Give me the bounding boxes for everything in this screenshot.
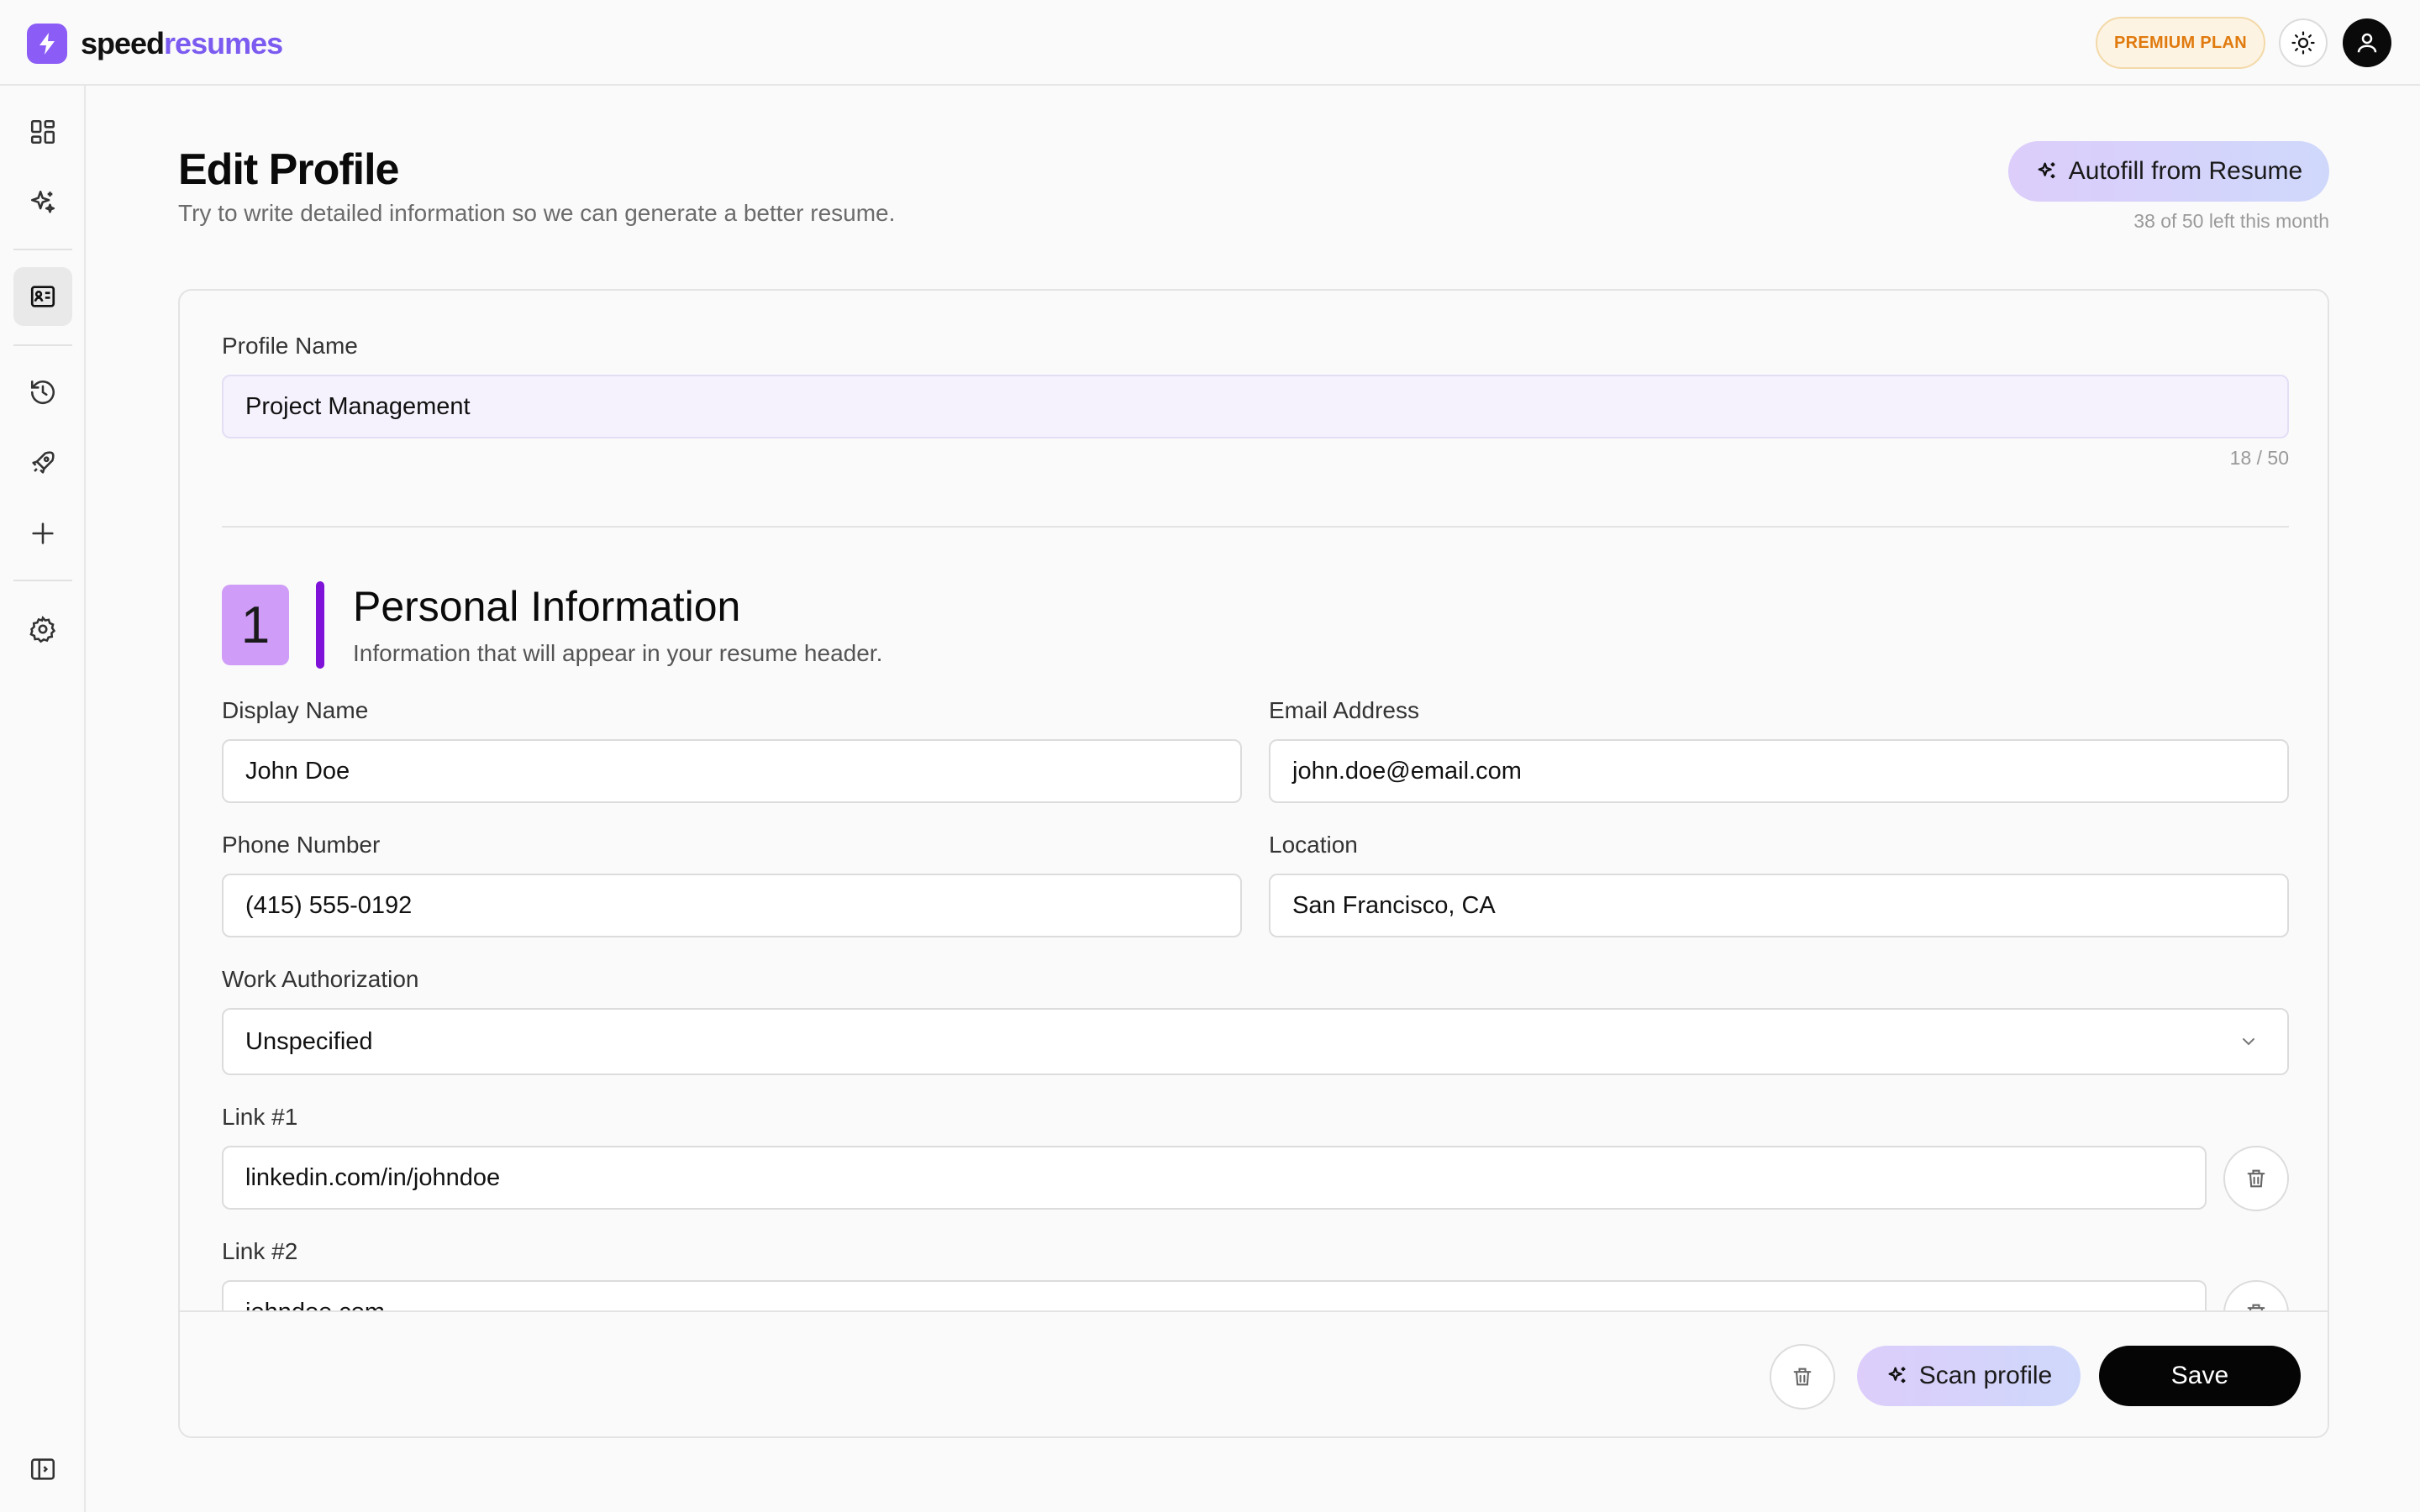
plus-icon	[32, 522, 54, 544]
form-scroll-area[interactable]: Profile Name Project Management 18 / 50 …	[180, 291, 2328, 1310]
work-authorization-label: Work Authorization	[222, 966, 419, 992]
autofill-from-resume-button[interactable]: Autofill from Resume	[2008, 141, 2329, 202]
location-input[interactable]: San Francisco, CA	[1269, 874, 2289, 937]
page-subtitle: Try to write detailed information so we …	[178, 200, 896, 226]
premium-plan-badge[interactable]: PREMIUM PLAN	[2096, 17, 2265, 69]
profile-name-counter: 18 / 50	[2229, 447, 2289, 469]
profile-name-label: Profile Name	[222, 333, 358, 359]
section-subtitle: Information that will appear in your res…	[353, 640, 883, 666]
settings-icon	[29, 616, 56, 643]
section-accent-bar	[316, 581, 324, 669]
delete-link-2-button[interactable]	[2223, 1280, 2289, 1310]
sidebar-item-dashboard[interactable]	[13, 102, 72, 161]
logo-bolt-icon[interactable]	[27, 24, 67, 64]
theme-toggle-button[interactable]	[2279, 18, 2328, 67]
display-name-label: Display Name	[222, 697, 369, 723]
link-1-label: Link #1	[222, 1104, 298, 1130]
user-avatar-button[interactable]	[2343, 18, 2391, 67]
link-2-label: Link #2	[222, 1238, 298, 1264]
sidebar-item-launch[interactable]	[13, 433, 72, 492]
sidebar-item-ai-generate[interactable]	[13, 173, 72, 232]
location-label: Location	[1269, 832, 1358, 858]
sun-icon	[2291, 31, 2315, 55]
sidebar-item-profiles[interactable]	[13, 267, 72, 326]
sidebar-item-settings[interactable]	[13, 600, 72, 659]
brand-name-part2: resumes	[164, 26, 283, 60]
sparkles-icon	[1888, 1367, 1906, 1383]
email-input[interactable]: john.doe@email.com	[1269, 739, 2289, 803]
sparkles-icon	[30, 190, 55, 213]
form-footer: Scan profile Save	[180, 1310, 2328, 1436]
dashboard-icon	[30, 119, 55, 144]
autofill-label: Autofill from Resume	[2068, 157, 2303, 185]
scan-profile-label: Scan profile	[1918, 1362, 2053, 1389]
sidebar-toggle-icon	[30, 1458, 55, 1480]
save-button[interactable]: Save	[2099, 1346, 2301, 1406]
autofill-quota-text: 38 of 50 left this month	[2133, 210, 2329, 232]
profile-form-card: Profile Name Project Management 18 / 50 …	[178, 289, 2329, 1438]
page-title: Edit Profile	[178, 145, 399, 194]
delete-link-1-button[interactable]	[2223, 1146, 2289, 1211]
sidebar-item-history[interactable]	[13, 363, 72, 422]
id-card-icon	[30, 286, 55, 307]
sidebar-item-collapse[interactable]	[13, 1440, 72, 1499]
section-number-badge: 1	[222, 585, 289, 665]
rocket-icon	[32, 451, 55, 474]
link-1-input[interactable]: linkedin.com/in/johndoe	[222, 1146, 2207, 1210]
email-label: Email Address	[1269, 697, 1419, 723]
trash-icon	[2247, 1169, 2265, 1188]
profile-name-input[interactable]: Project Management	[222, 375, 2289, 438]
trash-icon	[1793, 1368, 1812, 1386]
section-divider	[222, 526, 2289, 528]
work-authorization-value: Unspecified	[245, 1027, 373, 1055]
brand-name-part1: speed	[81, 26, 165, 60]
sidebar	[0, 86, 86, 1512]
work-authorization-select[interactable]: Unspecified	[222, 1008, 2289, 1075]
delete-profile-button[interactable]	[1770, 1344, 1835, 1410]
chevron-down-icon	[2243, 1038, 2254, 1046]
brand-logo[interactable]: speedresumes	[81, 24, 283, 64]
phone-label: Phone Number	[222, 832, 381, 858]
scan-profile-button[interactable]: Scan profile	[1857, 1346, 2081, 1406]
sidebar-item-add[interactable]	[13, 504, 72, 563]
trash-icon	[2247, 1304, 2265, 1310]
display-name-input[interactable]: John Doe	[222, 739, 1242, 803]
section-title: Personal Information	[353, 583, 741, 630]
phone-input[interactable]: (415) 555-0192	[222, 874, 1242, 937]
history-icon	[30, 380, 55, 405]
top-bar: speedresumes PREMIUM PLAN	[0, 0, 2420, 86]
user-icon	[2357, 33, 2377, 53]
link-2-input[interactable]: johndoe.com	[222, 1280, 2207, 1310]
sparkles-icon	[2038, 162, 2055, 179]
